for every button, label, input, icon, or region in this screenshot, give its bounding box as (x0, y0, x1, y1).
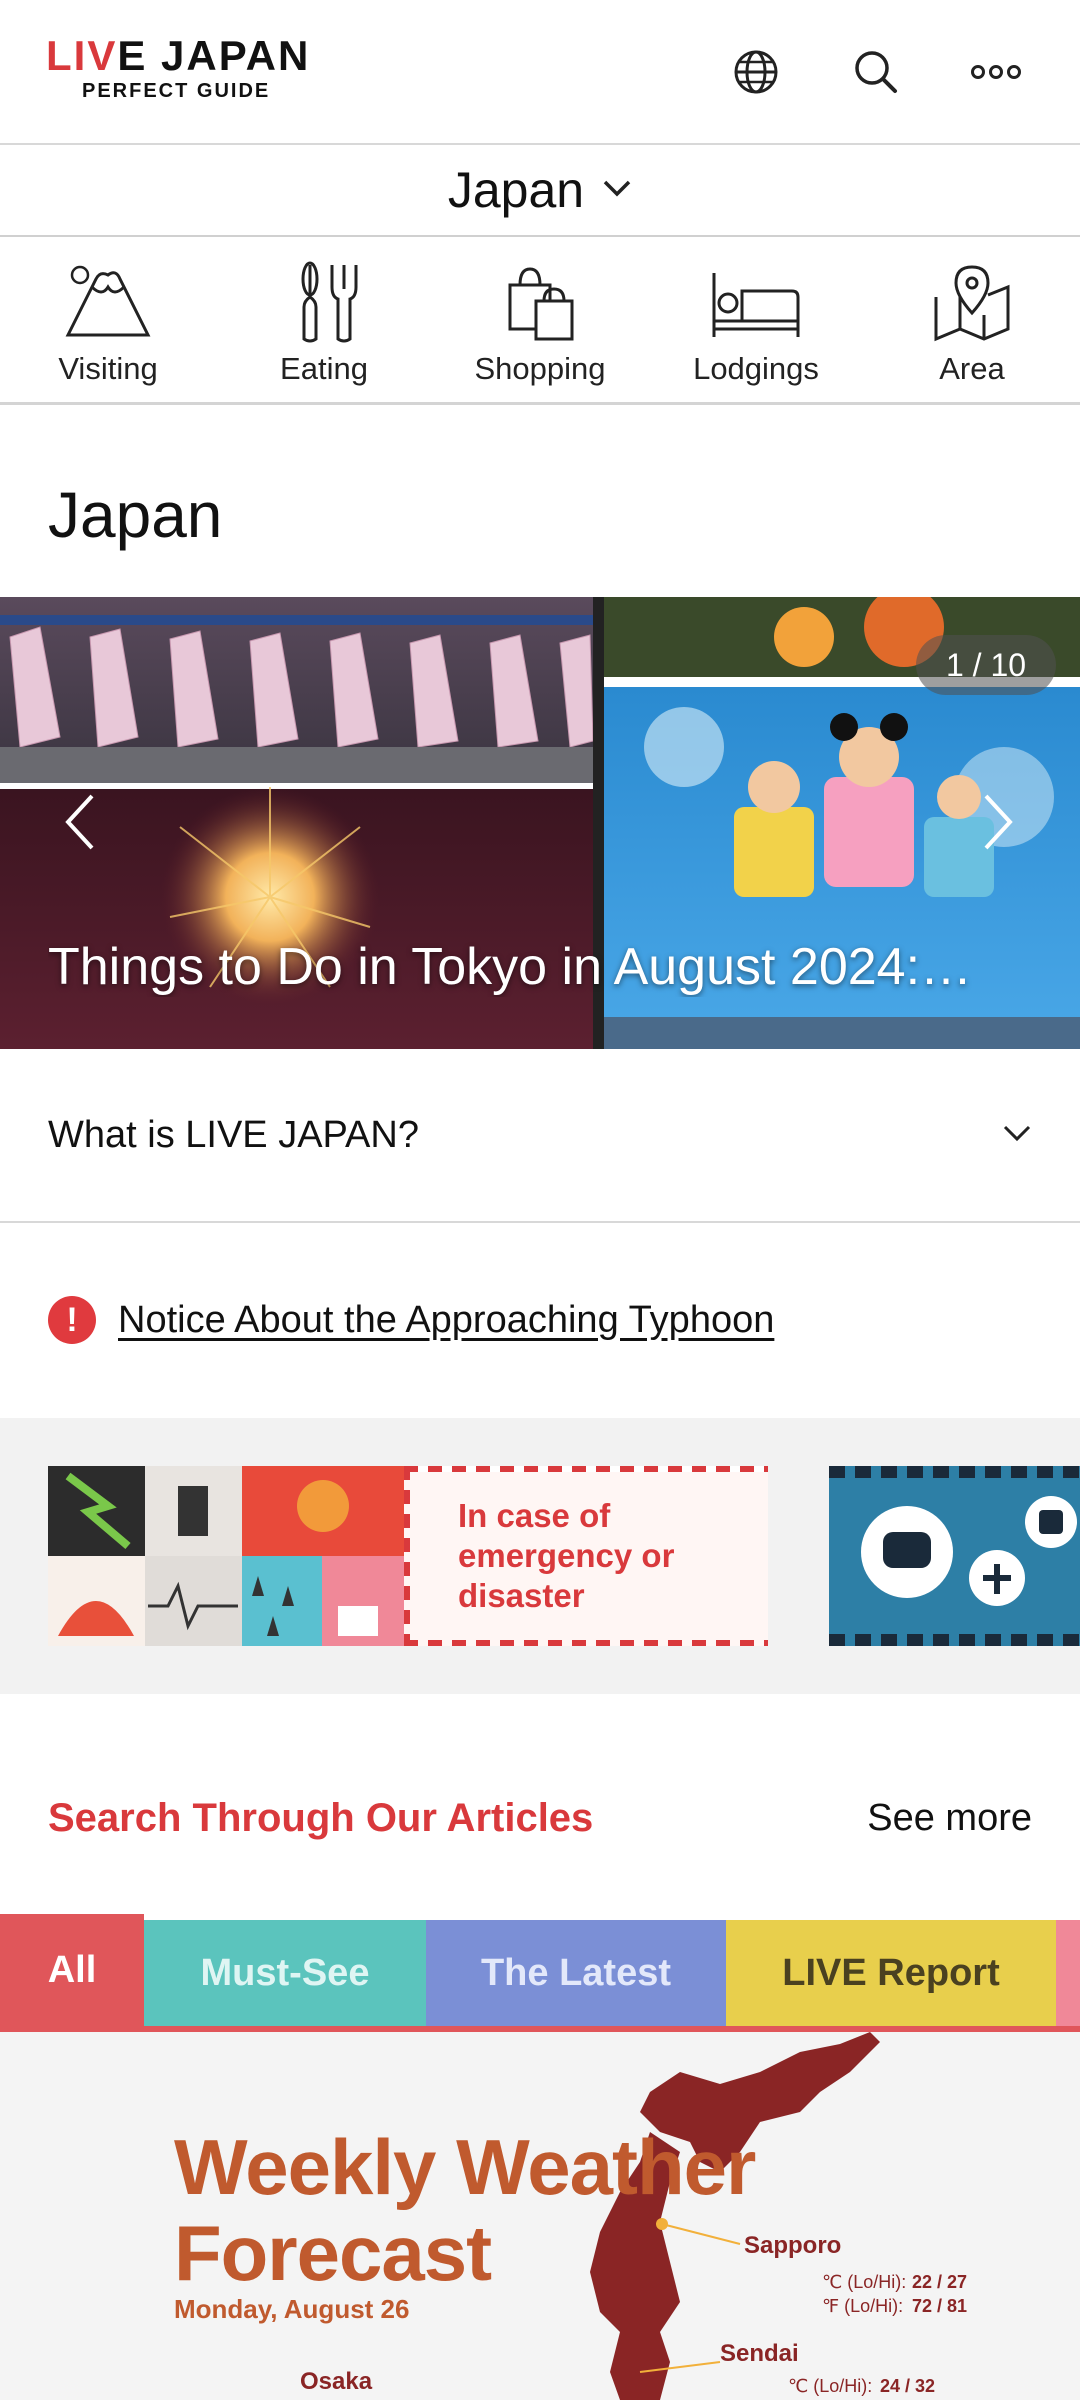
utensils-icon (301, 261, 358, 343)
carousel-caption[interactable]: Things to Do in Tokyo in August 2024:… (48, 937, 1048, 997)
live-japan-logo[interactable]: LIVE JAPAN PERFECT GUIDE (46, 34, 310, 103)
bed-icon (712, 273, 800, 337)
featured-carousel[interactable]: 1 / 10 Things to Do in Tokyo in August 2… (0, 597, 1080, 1049)
tab-more-partial[interactable] (1056, 1920, 1080, 2026)
chevron-left-icon (65, 794, 94, 850)
emergency-banner-text: In case of emergency or disaster (458, 1497, 675, 1614)
logo-tagline: PERFECT GUIDE (82, 80, 271, 102)
emergency-banner[interactable]: In case of emergency or disaster (48, 1466, 768, 1646)
transport-banner[interactable] (829, 1466, 1080, 1646)
tab-the-latest[interactable]: The Latest (426, 1920, 726, 2026)
category-nav: Visiting Eating Shopping Lodgings Area (0, 237, 1080, 405)
category-eating[interactable]: Eating (216, 237, 432, 402)
section-title: Search Through Our Articles (48, 1796, 594, 1840)
category-visiting[interactable]: Visiting (0, 237, 216, 402)
carousel-next-button[interactable] (968, 787, 1028, 857)
more-icon[interactable] (970, 46, 1022, 98)
chevron-right-icon (984, 794, 1013, 850)
tab-live-report[interactable]: LIVE Report (726, 1920, 1056, 2026)
category-shopping[interactable]: Shopping (432, 237, 648, 402)
category-lodgings[interactable]: Lodgings (648, 237, 864, 402)
category-label: Lodgings (693, 351, 819, 386)
logo-wordmark: LIVE JAPAN (46, 32, 311, 79)
notice-link[interactable]: Notice About the Approaching Typhoon (118, 1299, 774, 1342)
city-osaka: Osaka (300, 2368, 373, 2395)
sapporo-fahrenheit-label: ℉ (Lo/Hi): (822, 2296, 904, 2316)
weather-title: Weekly Weather Forecast (174, 2123, 756, 2297)
sendai-celsius-label: ℃ (Lo/Hi): (788, 2376, 873, 2396)
shopping-bag-icon (508, 267, 574, 341)
sapporo-celsius-value: 22 / 27 (912, 2272, 968, 2292)
tab-all[interactable]: All (0, 1914, 144, 2026)
category-area[interactable]: Area (864, 237, 1080, 402)
app-header: LIVE JAPAN PERFECT GUIDE (0, 0, 1080, 145)
alert-icon: ! (48, 1296, 96, 1344)
about-label: What is LIVE JAPAN? (48, 1113, 419, 1156)
about-accordion[interactable]: What is LIVE JAPAN? (0, 1049, 1080, 1223)
sapporo-celsius-label: ℃ (Lo/Hi): (822, 2272, 907, 2292)
map-icon (934, 265, 1010, 342)
page-title: Japan (48, 479, 223, 551)
city-sendai: Sendai (720, 2340, 799, 2367)
sapporo-fahrenheit-value: 72 / 81 (912, 2296, 968, 2316)
weather-date: Monday, August 26 (174, 2294, 410, 2324)
article-tabs: All Must-See The Latest LIVE Report (0, 1914, 1080, 2032)
category-label: Area (939, 351, 1005, 386)
carousel-prev-button[interactable] (50, 787, 110, 857)
region-selector[interactable]: Japan (0, 145, 1080, 237)
globe-icon[interactable] (730, 46, 782, 98)
see-more-link[interactable]: See more (867, 1797, 1032, 1840)
category-label: Shopping (474, 351, 606, 386)
carousel-counter: 1 / 10 (916, 635, 1056, 695)
mountain-icon (65, 265, 151, 337)
chevron-down-icon (1002, 1123, 1032, 1148)
weekly-weather-card[interactable]: Weekly Weather Forecast Monday, August 2… (0, 2032, 1080, 2400)
city-sapporo: Sapporo (744, 2232, 842, 2259)
region-name: Japan (447, 162, 585, 218)
sendai-celsius-value: 24 / 32 (880, 2376, 936, 2396)
typhoon-notice[interactable]: ! Notice About the Approaching Typhoon (48, 1292, 774, 1348)
category-label: Eating (280, 351, 368, 386)
category-label: Visiting (58, 351, 158, 386)
search-icon[interactable] (850, 46, 902, 98)
banner-strip: In case of emergency or disaster (0, 1418, 1080, 1694)
chevron-down-icon (602, 178, 632, 203)
tab-must-see[interactable]: Must-See (144, 1920, 426, 2026)
